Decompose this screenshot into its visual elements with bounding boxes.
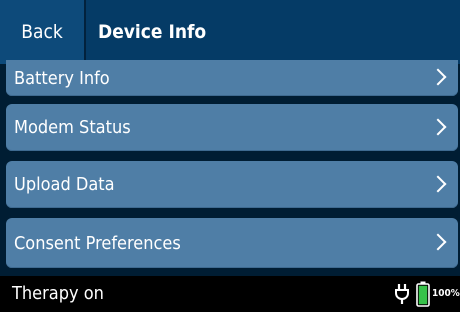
device-screen: Back Device Info Battery Info Modem Stat… [0,0,460,312]
battery-full-icon [416,281,430,307]
menu-item-upload-data[interactable]: Upload Data [6,161,458,208]
therapy-status: Therapy on [12,283,104,304]
status-bar: Therapy on 100% [0,276,460,312]
battery-percentage: 100% [432,288,460,299]
chevron-right-icon [429,233,447,251]
menu-item-battery-info[interactable]: Battery Info [6,60,458,96]
menu-item-consent-preferences[interactable]: Consent Preferences [6,218,458,268]
chevron-right-icon [429,118,447,135]
menu-item-label: Upload Data [14,174,115,195]
header-bar: Back Device Info [0,0,460,64]
menu-item-label: Consent Preferences [14,232,181,254]
device-info-menu: Battery Info Modem Status Upload Data Co… [0,60,460,274]
chevron-right-icon [429,68,447,86]
menu-item-modem-status[interactable]: Modem Status [6,104,458,151]
plug-icon [395,284,409,304]
menu-item-label: Modem Status [14,117,131,138]
page-title: Device Info [98,21,207,43]
menu-item-label: Battery Info [14,67,110,89]
back-button[interactable]: Back [0,0,86,64]
chevron-right-icon [429,175,447,192]
